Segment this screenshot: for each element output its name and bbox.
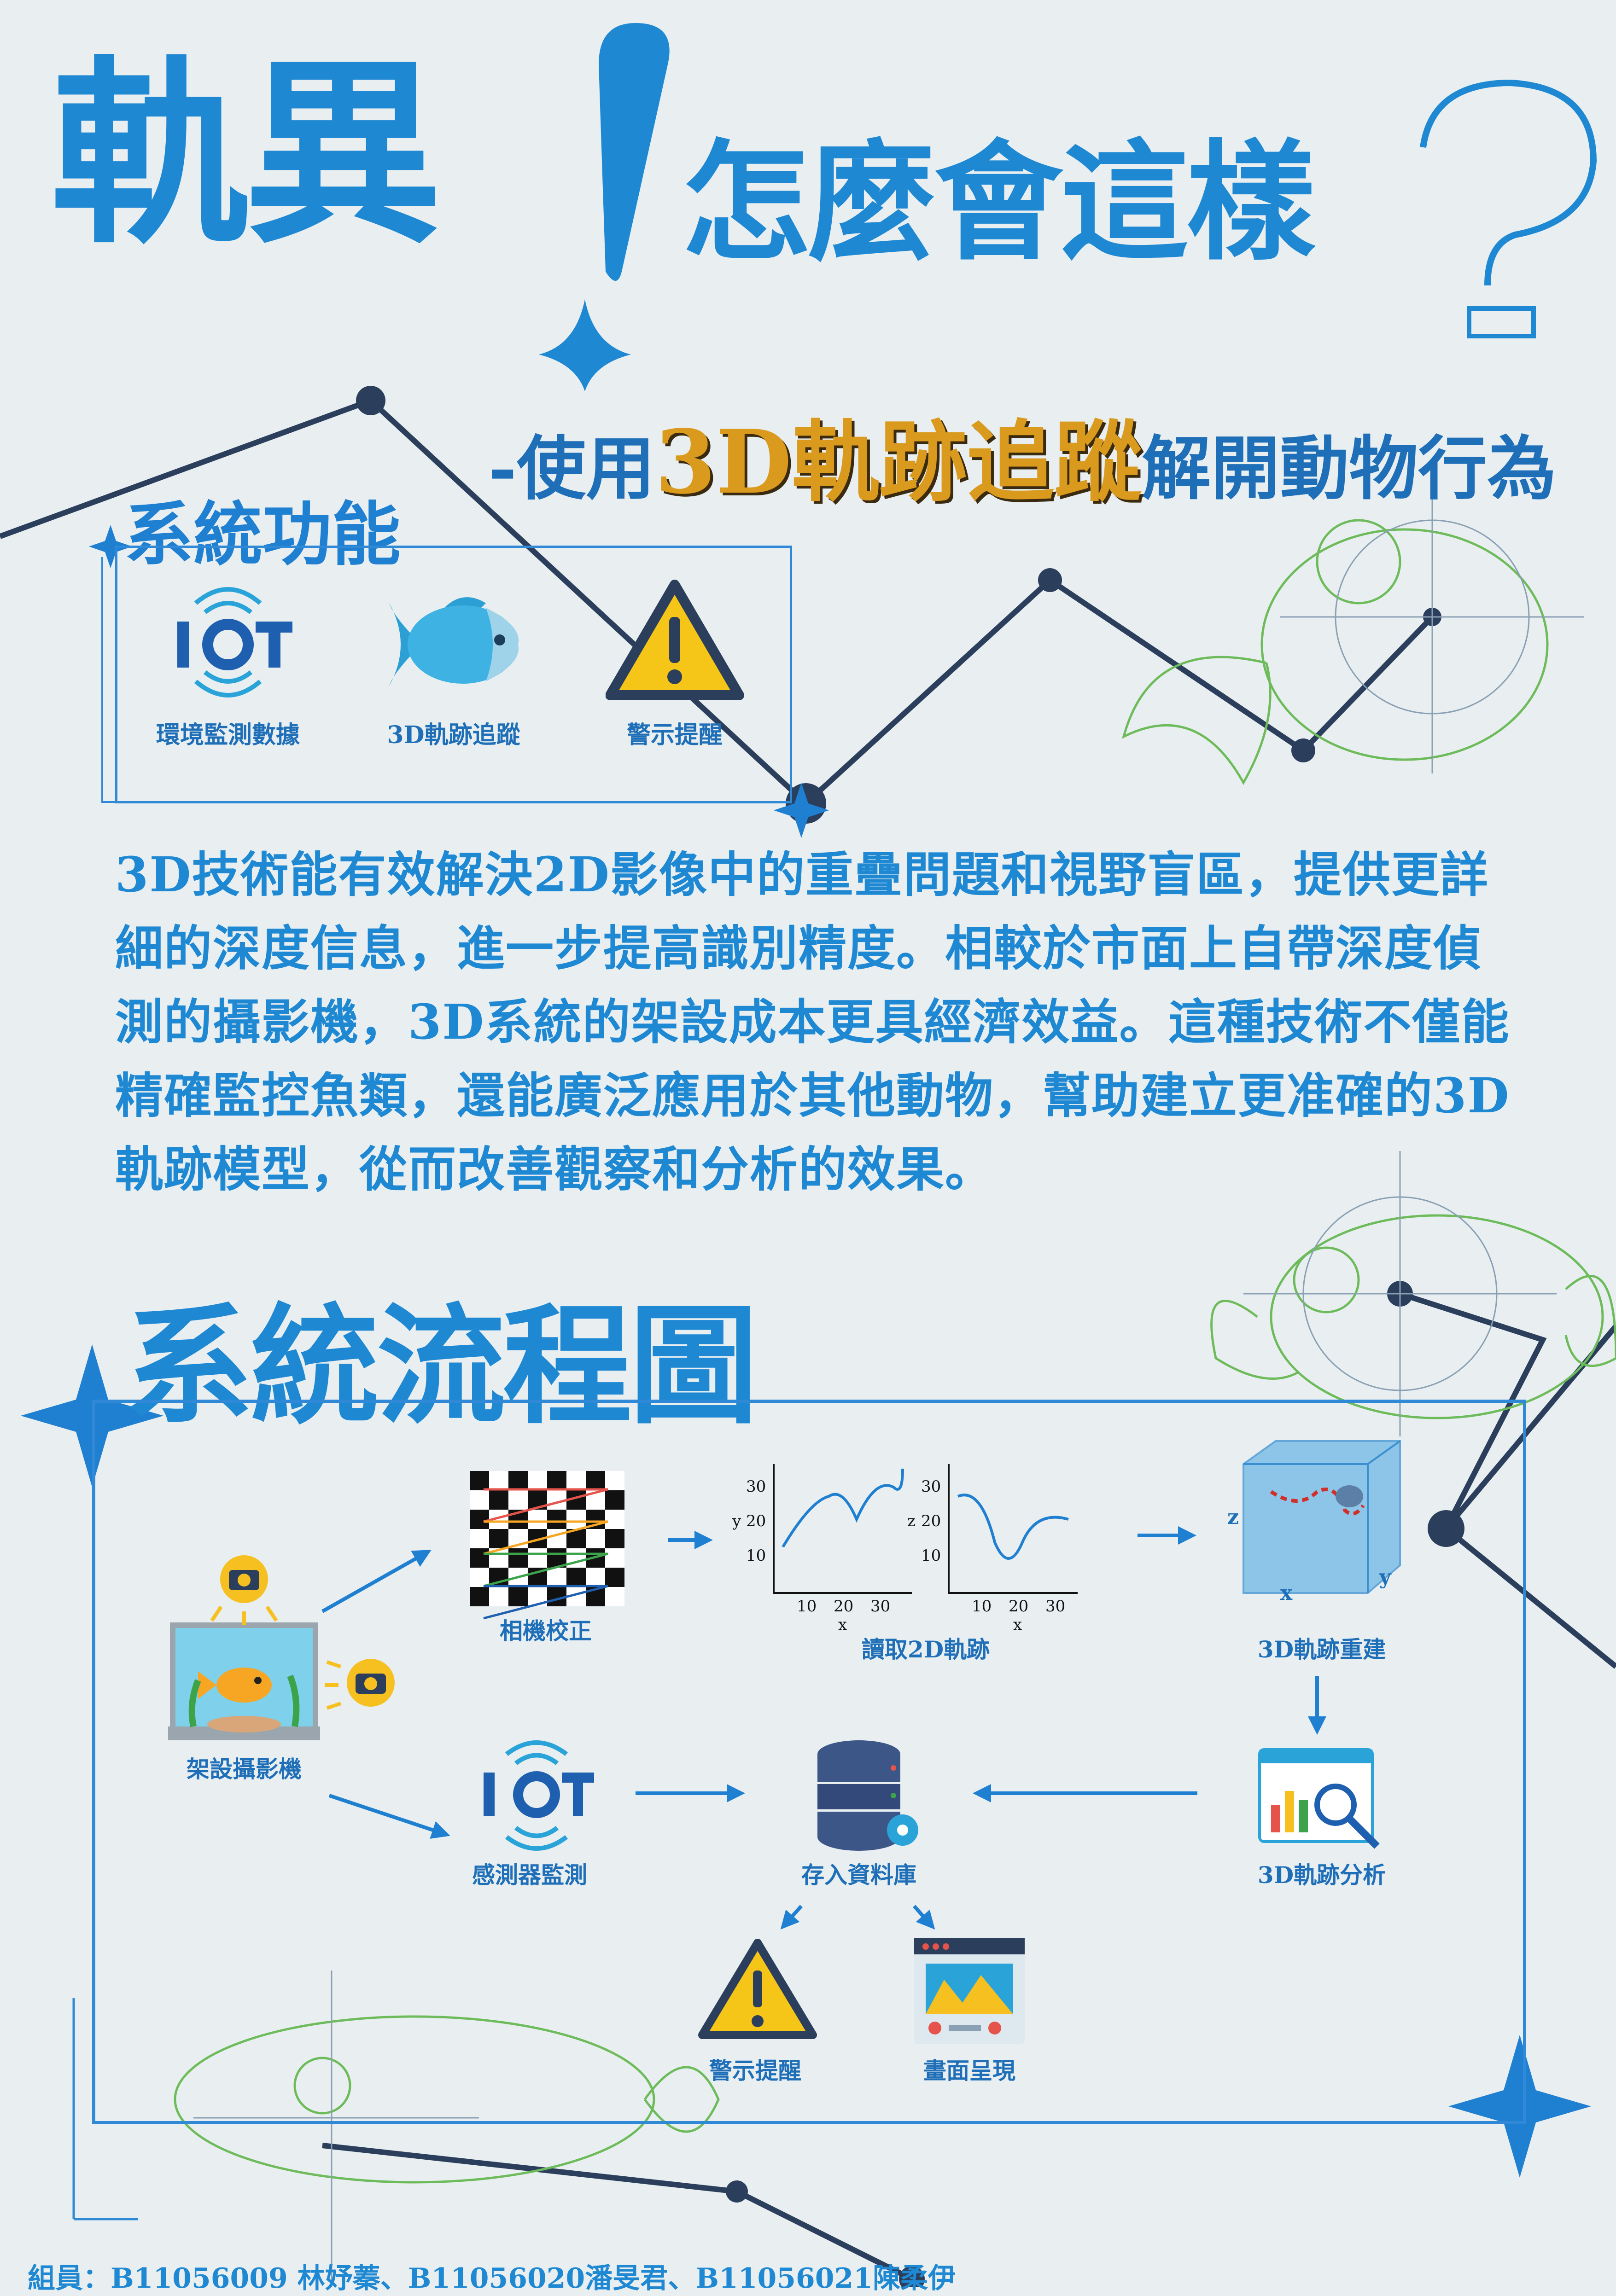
plot2-xlabel: x bbox=[1013, 1616, 1022, 1634]
plot2-ylabel: z bbox=[907, 1512, 916, 1530]
node-label-display: 畫面呈現 bbox=[923, 2057, 1015, 2084]
arrow bbox=[913, 1905, 935, 1930]
screen-display-icon bbox=[914, 1938, 1025, 2044]
checkerboard-icon bbox=[470, 1471, 624, 1620]
trajectory-plot-xz bbox=[948, 1464, 1078, 1594]
plot2-xtick: 10 bbox=[972, 1597, 992, 1616]
node-label-alert: 警示提醒 bbox=[709, 2057, 801, 2084]
warning-icon bbox=[698, 1939, 817, 2039]
plot1-xtick: 10 bbox=[797, 1597, 817, 1616]
node-label-sensor: 感測器監測 bbox=[472, 1861, 587, 1889]
team-credit: 組員：B11056009 林妤蓁、B11056020潘旻君、B11056021陳… bbox=[28, 2262, 956, 2295]
plot1-ytick: 10 bbox=[746, 1546, 766, 1565]
node-label-analyze-3d: 3D軌跡分析 bbox=[1258, 1861, 1386, 1889]
plot2-xtick: 20 bbox=[1009, 1597, 1028, 1616]
node-label-setup-camera: 架設攝影機 bbox=[187, 1755, 302, 1783]
arrow bbox=[328, 1794, 450, 1839]
plot1-ytick: 20 bbox=[746, 1512, 766, 1530]
plot1-xtick: 20 bbox=[834, 1597, 853, 1616]
iot-icon bbox=[484, 1740, 594, 1851]
camera-icon bbox=[325, 1659, 395, 1710]
cube-3d-icon bbox=[1243, 1440, 1401, 1594]
axis-z-label: z bbox=[1227, 1505, 1239, 1529]
plot2-ytick: 10 bbox=[921, 1546, 941, 1565]
plot1-ytick: 30 bbox=[746, 1477, 766, 1496]
arrow bbox=[321, 1550, 432, 1613]
analysis-chart-icon bbox=[1258, 1748, 1380, 1849]
node-label-database: 存入資料庫 bbox=[801, 1861, 916, 1889]
plot2-ytick: 20 bbox=[921, 1512, 941, 1530]
flowchart-diagram: 30 20 10 y 10 20 30 x 30 20 10 z 10 20 3… bbox=[168, 1440, 1401, 2084]
plot1-xlabel: x bbox=[838, 1616, 847, 1634]
node-label-camera-calibration: 相機校正 bbox=[500, 1617, 592, 1645]
arrow bbox=[780, 1905, 803, 1930]
axis-x-label: x bbox=[1280, 1581, 1293, 1605]
axis-y-label: y bbox=[1379, 1565, 1392, 1589]
aquarium-icon bbox=[168, 1622, 320, 1740]
plot2-ytick: 30 bbox=[921, 1477, 941, 1496]
plot1-xtick: 30 bbox=[870, 1597, 890, 1616]
trajectory-plot-xy bbox=[773, 1464, 912, 1594]
node-label-read-2d: 讀取2D軌跡 bbox=[862, 1636, 990, 1663]
node-label-reconstruct-3d: 3D軌跡重建 bbox=[1258, 1636, 1386, 1663]
plot2-xtick: 30 bbox=[1045, 1597, 1065, 1616]
plot1-ylabel: y bbox=[732, 1512, 741, 1530]
camera-icon bbox=[210, 1555, 278, 1625]
database-icon bbox=[817, 1740, 918, 1851]
